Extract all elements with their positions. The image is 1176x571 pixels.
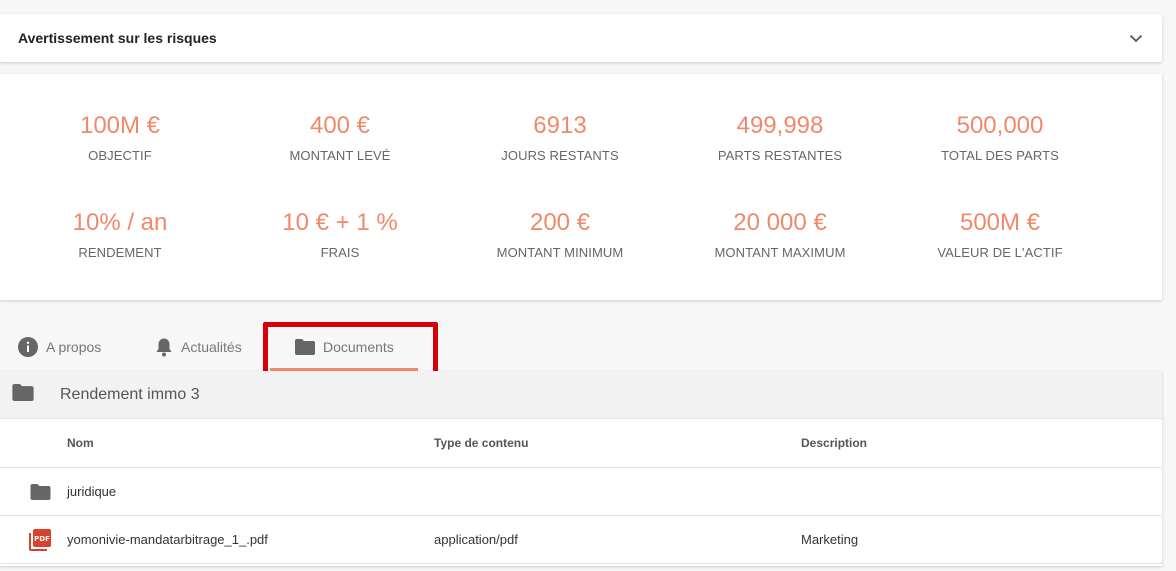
content-tabs: A propos Actualités Documents — [0, 322, 1162, 378]
risk-warning-accordion[interactable]: Avertissement sur les risques — [0, 14, 1162, 62]
row-name[interactable]: juridique — [67, 468, 116, 515]
tab-label: A propos — [46, 339, 102, 355]
row-description: Marketing — [801, 532, 859, 547]
stat-objectif: 100M € OBJECTIF — [20, 112, 220, 163]
pdf-icon: PDF — [28, 516, 52, 563]
current-folder-bar[interactable]: Rendement immo 3 — [0, 371, 1162, 419]
stat-label: MONTANT MAXIMUM — [714, 245, 846, 260]
stat-label: JOURS RESTANTS — [501, 148, 619, 163]
table-row[interactable]: juridique — [0, 468, 1162, 516]
stat-label: MONTANT MINIMUM — [496, 245, 624, 260]
stat-parts-restantes: 499,998 PARTS RESTANTES — [680, 112, 880, 163]
folder-icon — [28, 468, 52, 515]
column-header-description[interactable]: Description — [801, 419, 867, 467]
stat-label: FRAIS — [320, 245, 360, 260]
stat-value: 400 € — [309, 112, 371, 139]
stat-label: TOTAL DES PARTS — [941, 148, 1059, 163]
documents-panel: Rendement immo 3 Nom Type de contenu Des… — [0, 371, 1162, 566]
bell-icon — [155, 337, 173, 357]
tab-a-propos[interactable]: A propos — [18, 322, 101, 372]
stat-label: PARTS RESTANTES — [717, 148, 843, 163]
stat-rendement: 10% / an RENDEMENT — [20, 209, 220, 260]
stat-frais: 10 € + 1 % FRAIS — [240, 209, 440, 260]
stat-value: 10% / an — [72, 209, 168, 236]
table-header: Nom Type de contenu Description — [0, 419, 1162, 468]
tab-actualites[interactable]: Actualités — [155, 322, 242, 372]
table-row[interactable]: PDF yomonivie-mandatarbitrage_1_.pdf app… — [0, 516, 1162, 564]
tab-highlight-box — [263, 322, 438, 378]
svg-text:PDF: PDF — [34, 535, 50, 543]
folder-name: Rendement immo 3 — [60, 385, 200, 403]
stat-montant-minimum: 200 € MONTANT MINIMUM — [460, 209, 660, 260]
stat-label: OBJECTIF — [88, 148, 152, 163]
row-name[interactable]: yomonivie-mandatarbitrage_1_.pdf — [67, 516, 268, 563]
stat-value: 6913 — [533, 112, 587, 139]
column-header-name[interactable]: Nom — [67, 419, 94, 467]
column-header-type[interactable]: Type de contenu — [434, 419, 528, 467]
investment-stats: 100M € OBJECTIF 400 € MONTANT LEVÉ 6913 … — [0, 74, 1162, 300]
stat-label: VALEUR DE L'ACTIF — [937, 245, 1063, 260]
row-type: application/pdf — [434, 532, 518, 547]
tab-label: Actualités — [181, 339, 242, 355]
stat-value: 500,000 — [956, 112, 1044, 139]
stat-value: 10 € + 1 % — [282, 209, 398, 236]
stat-label: RENDEMENT — [78, 245, 162, 260]
chevron-down-icon[interactable] — [1128, 30, 1144, 46]
risk-warning-title: Avertissement sur les risques — [18, 30, 217, 46]
stat-valeur-actif: 500M € VALEUR DE L'ACTIF — [900, 209, 1100, 260]
stat-jours-restants: 6913 JOURS RESTANTS — [460, 112, 660, 163]
info-icon — [18, 337, 38, 357]
stat-montant-maximum: 20 000 € MONTANT MAXIMUM — [680, 209, 880, 260]
stat-value: 500M € — [959, 209, 1041, 236]
stat-value: 100M € — [79, 112, 161, 139]
stat-total-parts: 500,000 TOTAL DES PARTS — [900, 112, 1100, 163]
stat-montant-leve: 400 € MONTANT LEVÉ — [240, 112, 440, 163]
folder-icon — [12, 383, 34, 406]
stat-label: MONTANT LEVÉ — [289, 148, 391, 163]
stat-value: 20 000 € — [733, 209, 827, 236]
stat-value: 499,998 — [736, 112, 824, 139]
stat-value: 200 € — [529, 209, 591, 236]
